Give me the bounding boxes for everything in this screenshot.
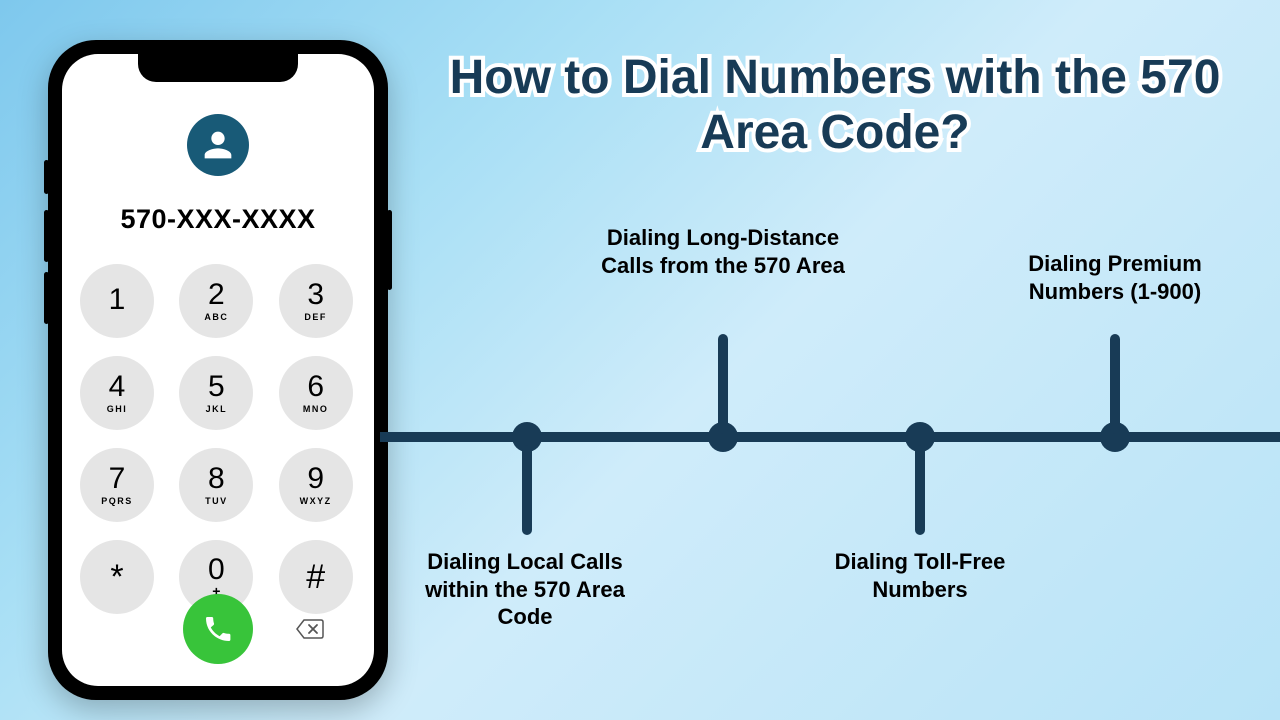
dial-keypad: 1 2ABC 3DEF 4GHI 5JKL 6MNO 7PQRS 8TUV 9W… xyxy=(80,264,356,614)
timeline-stem-4 xyxy=(1110,334,1120,434)
key-4[interactable]: 4GHI xyxy=(80,356,154,430)
key-8[interactable]: 8TUV xyxy=(179,448,253,522)
phone-icon xyxy=(202,613,234,645)
timeline-label-2: Dialing Long-Distance Calls from the 570… xyxy=(594,224,852,279)
timeline-stem-2 xyxy=(718,334,728,434)
key-7[interactable]: 7PQRS xyxy=(80,448,154,522)
phone-side-button xyxy=(44,160,49,194)
key-1[interactable]: 1 xyxy=(80,264,154,338)
call-button[interactable] xyxy=(183,594,253,664)
backspace-icon xyxy=(295,618,325,640)
key-2[interactable]: 2ABC xyxy=(179,264,253,338)
timeline-stem-3 xyxy=(915,445,925,535)
timeline-label-1: Dialing Local Calls within the 570 Area … xyxy=(400,548,650,631)
phone-screen: 570-XXX-XXXX 1 2ABC 3DEF 4GHI 5JKL 6MNO … xyxy=(62,54,374,686)
key-5[interactable]: 5JKL xyxy=(179,356,253,430)
phone-side-button xyxy=(44,210,49,262)
key-6[interactable]: 6MNO xyxy=(279,356,353,430)
key-3[interactable]: 3DEF xyxy=(279,264,353,338)
timeline-label-3: Dialing Toll-Free Numbers xyxy=(800,548,1040,603)
contact-icon xyxy=(187,114,249,176)
phone-notch xyxy=(138,54,298,82)
backspace-button[interactable] xyxy=(295,618,325,640)
timeline-label-4: Dialing Premium Numbers (1-900) xyxy=(992,250,1238,305)
timeline-stem-1 xyxy=(522,445,532,535)
key-9[interactable]: 9WXYZ xyxy=(279,448,353,522)
phone-mockup: 570-XXX-XXXX 1 2ABC 3DEF 4GHI 5JKL 6MNO … xyxy=(48,40,388,700)
phone-side-button xyxy=(44,272,49,324)
page-title: How to Dial Numbers with the 570 Area Co… xyxy=(430,50,1240,160)
dialed-number: 570-XXX-XXXX xyxy=(62,204,374,235)
dial-bottom-row xyxy=(80,594,356,664)
phone-side-button xyxy=(387,210,392,290)
